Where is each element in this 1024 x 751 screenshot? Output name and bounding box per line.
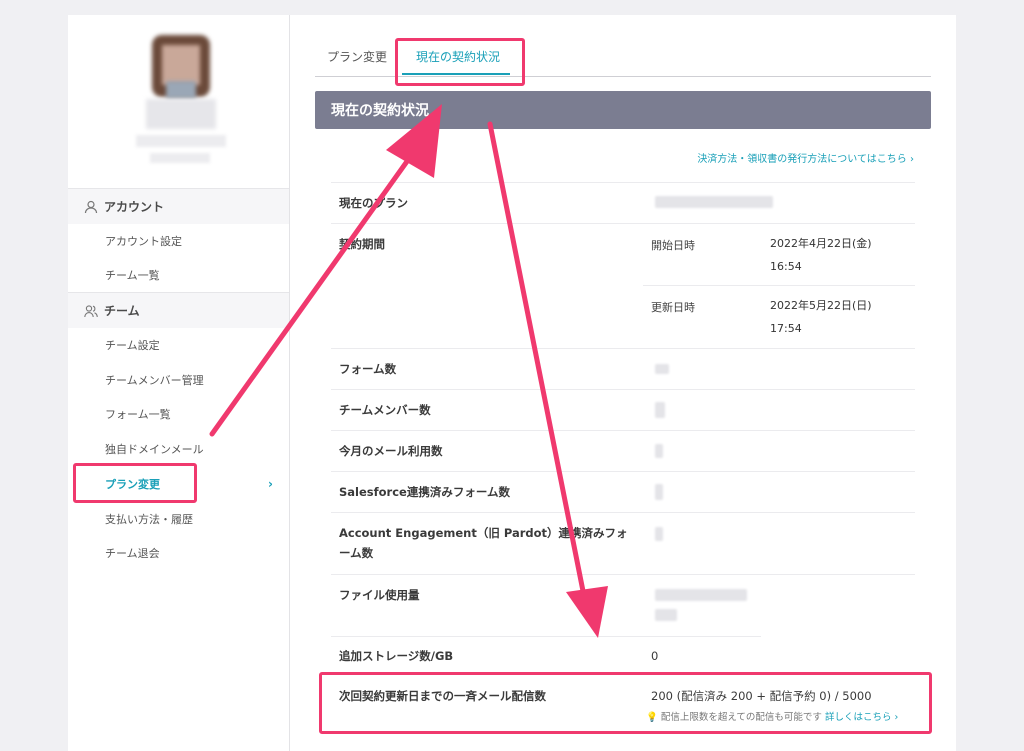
row-label: フォーム数 bbox=[339, 362, 397, 376]
contract-start-date: 2022年4月22日(金) bbox=[770, 237, 872, 250]
contract-renew-value: 2022年5月22日(日) 17:54 bbox=[770, 294, 872, 340]
section-account-label: アカウント bbox=[104, 200, 165, 214]
table-row-current-plan: 現在のプラン bbox=[331, 182, 915, 223]
sidebar-item-team-list[interactable]: チーム一覧 bbox=[68, 260, 289, 290]
sidebar-item-label: チーム一覧 bbox=[105, 269, 160, 282]
section-team: チーム bbox=[68, 292, 289, 328]
highlight-bulk-mail-row bbox=[319, 672, 932, 734]
sidebar-item-label: チーム設定 bbox=[105, 339, 160, 352]
table-row-file-usage: ファイル使用量 bbox=[331, 574, 915, 636]
sidebar-item-team-settings[interactable]: チーム設定 bbox=[68, 330, 289, 360]
sidebar: アカウント アカウント設定 チーム一覧 チーム チーム設定 チームメンバー管理 … bbox=[68, 15, 290, 751]
redacted-value bbox=[655, 484, 663, 500]
contract-renew-time: 17:54 bbox=[770, 322, 802, 335]
divider bbox=[643, 285, 915, 286]
redacted-value bbox=[655, 402, 665, 418]
sidebar-item-label: チーム退会 bbox=[105, 547, 160, 560]
table-row-member-count: チームメンバー数 bbox=[331, 389, 915, 430]
redacted-value bbox=[655, 609, 677, 621]
redacted-value bbox=[655, 364, 669, 374]
contract-start-time: 16:54 bbox=[770, 260, 802, 273]
contract-start-label: 開始日時 bbox=[651, 239, 695, 252]
sidebar-item-form-list[interactable]: フォーム一覧 bbox=[68, 399, 289, 429]
sidebar-item-leave-team[interactable]: チーム退会 bbox=[68, 538, 289, 568]
avatar bbox=[136, 35, 226, 185]
table-row-form-count: フォーム数 bbox=[331, 348, 915, 389]
highlight-plan-change-item bbox=[73, 463, 197, 503]
sidebar-item-payment-history[interactable]: 支払い方法・履歴 bbox=[68, 504, 289, 534]
redacted-value bbox=[655, 527, 663, 541]
sidebar-item-label: アカウント設定 bbox=[105, 235, 182, 248]
row-label: Salesforce連携済みフォーム数 bbox=[339, 485, 510, 499]
payment-help-link[interactable]: 決済方法・領収書の発行方法についてはこちら › bbox=[697, 150, 914, 165]
contract-renew-label: 更新日時 bbox=[651, 301, 695, 314]
row-label: チームメンバー数 bbox=[339, 403, 431, 417]
chevron-right-icon: › bbox=[268, 477, 273, 491]
row-label: 追加ストレージ数/GB bbox=[339, 649, 454, 663]
table-row-pardot-forms: Account Engagement（旧 Pardot）連携済みフォーム数 bbox=[331, 512, 915, 574]
row-label: ファイル使用量 bbox=[339, 588, 420, 602]
redacted-value bbox=[655, 196, 773, 208]
sidebar-item-label: フォーム一覧 bbox=[105, 408, 171, 421]
row-label: Account Engagement（旧 Pardot）連携済みフォーム数 bbox=[339, 526, 628, 560]
section-banner: 現在の契約状況 bbox=[315, 91, 931, 129]
row-label: 契約期間 bbox=[339, 237, 385, 251]
redacted-value bbox=[655, 589, 747, 601]
row-value: 0 bbox=[651, 649, 659, 663]
tab-plan-change[interactable]: プラン変更 bbox=[327, 48, 387, 65]
sidebar-item-label: 支払い方法・履歴 bbox=[105, 513, 193, 526]
table-row-salesforce-forms: Salesforce連携済みフォーム数 bbox=[331, 471, 915, 512]
row-label: 今月のメール利用数 bbox=[339, 444, 443, 458]
table-row-mail-usage: 今月のメール利用数 bbox=[331, 430, 915, 471]
sidebar-item-custom-domain-mail[interactable]: 独自ドメインメール bbox=[68, 434, 289, 464]
sidebar-item-account-settings[interactable]: アカウント設定 bbox=[68, 226, 289, 256]
row-label: 現在のプラン bbox=[339, 196, 408, 210]
sidebar-item-member-management[interactable]: チームメンバー管理 bbox=[68, 365, 289, 395]
sidebar-item-label: 独自ドメインメール bbox=[105, 443, 204, 456]
users-icon bbox=[84, 304, 98, 317]
page-card: アカウント アカウント設定 チーム一覧 チーム チーム設定 チームメンバー管理 … bbox=[68, 15, 956, 751]
section-account: アカウント bbox=[68, 188, 289, 224]
contract-start-value: 2022年4月22日(金) 16:54 bbox=[770, 232, 872, 278]
highlight-current-contract-tab bbox=[395, 38, 525, 86]
redacted-value bbox=[655, 444, 663, 458]
sidebar-item-label: チームメンバー管理 bbox=[105, 374, 204, 387]
section-team-label: チーム bbox=[104, 304, 140, 318]
user-icon bbox=[84, 200, 98, 213]
banner-title: 現在の契約状況 bbox=[331, 103, 429, 119]
contract-renew-date: 2022年5月22日(日) bbox=[770, 299, 872, 312]
